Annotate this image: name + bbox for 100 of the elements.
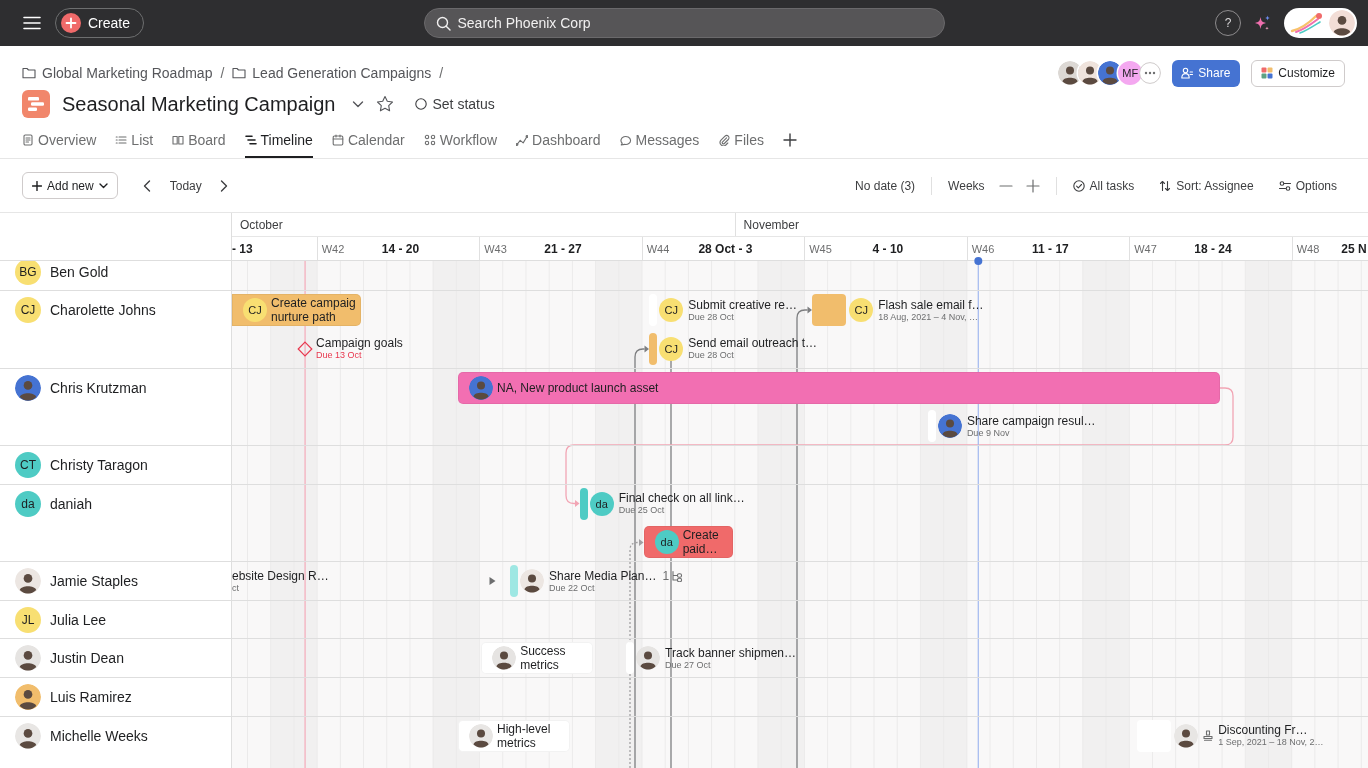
- options-button[interactable]: Options: [1278, 178, 1337, 193]
- task-bar[interactable]: Success metrics: [481, 642, 594, 675]
- plus-icon: [61, 13, 81, 33]
- speech-bubble-icon: [619, 133, 632, 146]
- tab[interactable]: Timeline: [244, 121, 313, 158]
- task-marker[interactable]: [649, 332, 658, 365]
- menu-icon[interactable]: [23, 16, 41, 30]
- subtask-count: 1: [662, 568, 670, 583]
- task-title: ebsite Design R…: [232, 568, 329, 583]
- task-title: Campaign goals: [316, 336, 403, 351]
- paperclip-icon: [718, 133, 731, 146]
- breadcrumb-separator: /: [439, 65, 444, 81]
- tab[interactable]: List: [115, 121, 154, 158]
- task-title: Success metrics: [520, 644, 567, 673]
- week-number: W44: [646, 242, 670, 255]
- tab[interactable]: Dashboard: [516, 121, 601, 158]
- sliders-icon: [1278, 179, 1291, 192]
- date-range: 1 Sep, 2021 – 18 Nov, 2…: [1218, 737, 1324, 749]
- task-title: Share Media Plan…: [549, 568, 657, 583]
- assignee-name: Michelle Weeks: [50, 726, 148, 746]
- nodes-icon: [423, 133, 436, 146]
- month-label: November: [743, 217, 799, 232]
- task-bar[interactable]: High-level metrics: [458, 719, 571, 752]
- star-icon[interactable]: [375, 95, 394, 113]
- circle-icon: [414, 98, 427, 110]
- task-marker[interactable]: [510, 565, 518, 598]
- task-title: Flash sale email f…: [878, 297, 984, 312]
- plus-icon[interactable]: [782, 132, 797, 147]
- week-range: 4 - 10: [872, 241, 904, 256]
- task-marker[interactable]: [626, 642, 635, 675]
- no-date-button[interactable]: No date (3): [855, 178, 916, 193]
- date-range: 18 Aug, 2021 – 4 Nov, …: [878, 311, 980, 323]
- search-field[interactable]: Search Phoenix Corp: [423, 8, 945, 38]
- task-title: Submit creative re…: [688, 297, 797, 312]
- week-number: W43: [484, 242, 507, 255]
- project-title: Seasonal Marketing Campaign: [62, 92, 336, 116]
- zoom-level-button[interactable]: Weeks: [948, 178, 985, 193]
- chevron-down-icon: [98, 181, 108, 190]
- tab[interactable]: Board: [172, 121, 226, 158]
- assignee-name: daniah: [50, 494, 93, 514]
- week-range: 18 - 24: [1194, 241, 1232, 256]
- task-marker[interactable]: [927, 410, 936, 443]
- breadcrumb-link[interactable]: Global Marketing Roadmap: [22, 65, 213, 81]
- more-icon[interactable]: [1139, 62, 1162, 84]
- customize-button[interactable]: Customize: [1251, 59, 1345, 87]
- document-icon: [22, 133, 34, 146]
- tab[interactable]: Overview: [22, 121, 97, 158]
- folder-icon: [22, 67, 36, 79]
- sparkle-icon[interactable]: [1254, 14, 1271, 32]
- tab[interactable]: Workflow: [423, 121, 498, 158]
- avatar: MF: [1118, 61, 1143, 85]
- avatar: da: [654, 530, 679, 555]
- chevron-right-icon[interactable]: [219, 179, 228, 192]
- task-marker[interactable]: [579, 487, 588, 520]
- task-title: Final check on all link…: [618, 491, 745, 506]
- task-bar[interactable]: NA, New product launch asset: [458, 371, 1221, 404]
- task-title: Share campaign resul…: [966, 413, 1096, 428]
- set-status-button[interactable]: Set status: [414, 96, 495, 112]
- milestone-icon[interactable]: [297, 340, 314, 357]
- filter-button[interactable]: All tasks: [1072, 178, 1135, 193]
- avatar: da: [15, 490, 41, 517]
- due-date: Due 28 Oct: [688, 350, 735, 362]
- task-title: Discounting Fr…: [1218, 723, 1309, 738]
- check-circle-icon: [1072, 179, 1085, 192]
- breadcrumb-separator: /: [220, 65, 225, 81]
- avatar: BG: [15, 261, 41, 285]
- week-number: W47: [1134, 242, 1157, 255]
- task-title: Create paid…: [682, 528, 719, 557]
- assignee-name: Luis Ramirez: [50, 688, 132, 708]
- tab[interactable]: Messages: [619, 121, 700, 158]
- add-new-button[interactable]: Add new: [22, 172, 118, 199]
- task-title: Track banner shipmen…: [665, 645, 797, 660]
- chevron-left-icon[interactable]: [142, 179, 151, 192]
- sort-button[interactable]: Sort: Assignee: [1159, 178, 1254, 193]
- week-range: 25 N: [1341, 241, 1367, 256]
- folder-icon: [232, 67, 247, 79]
- task-marker[interactable]: [649, 294, 658, 327]
- tab[interactable]: Calendar: [331, 121, 405, 158]
- task-title: High-level metrics: [497, 721, 552, 750]
- project-icon: [22, 90, 50, 118]
- due-date: Due 13 Oct: [316, 350, 363, 362]
- month-label: October: [240, 217, 283, 232]
- tab[interactable]: Files: [718, 121, 764, 158]
- line-chart-icon: [516, 133, 529, 146]
- person-icon: [1181, 67, 1194, 79]
- due-date: Due 22 Oct: [549, 582, 596, 594]
- plus-icon: [32, 180, 42, 191]
- columns-icon: [172, 133, 185, 146]
- today-button[interactable]: Today: [169, 178, 202, 193]
- avatar: JL: [15, 606, 41, 633]
- assignee-name: Christy Taragon: [50, 455, 148, 475]
- search-icon: [435, 15, 451, 31]
- due-date: Due 28 Oct: [688, 311, 735, 323]
- grid-icon: [1261, 67, 1274, 79]
- caret-icon[interactable]: [489, 577, 496, 586]
- plus-icon[interactable]: [1025, 178, 1040, 193]
- share-button[interactable]: Share: [1172, 59, 1241, 87]
- profile-button[interactable]: [1284, 8, 1357, 38]
- sort-icon: [1159, 179, 1172, 192]
- breadcrumb-link[interactable]: Lead Generation Campaigns: [232, 65, 432, 81]
